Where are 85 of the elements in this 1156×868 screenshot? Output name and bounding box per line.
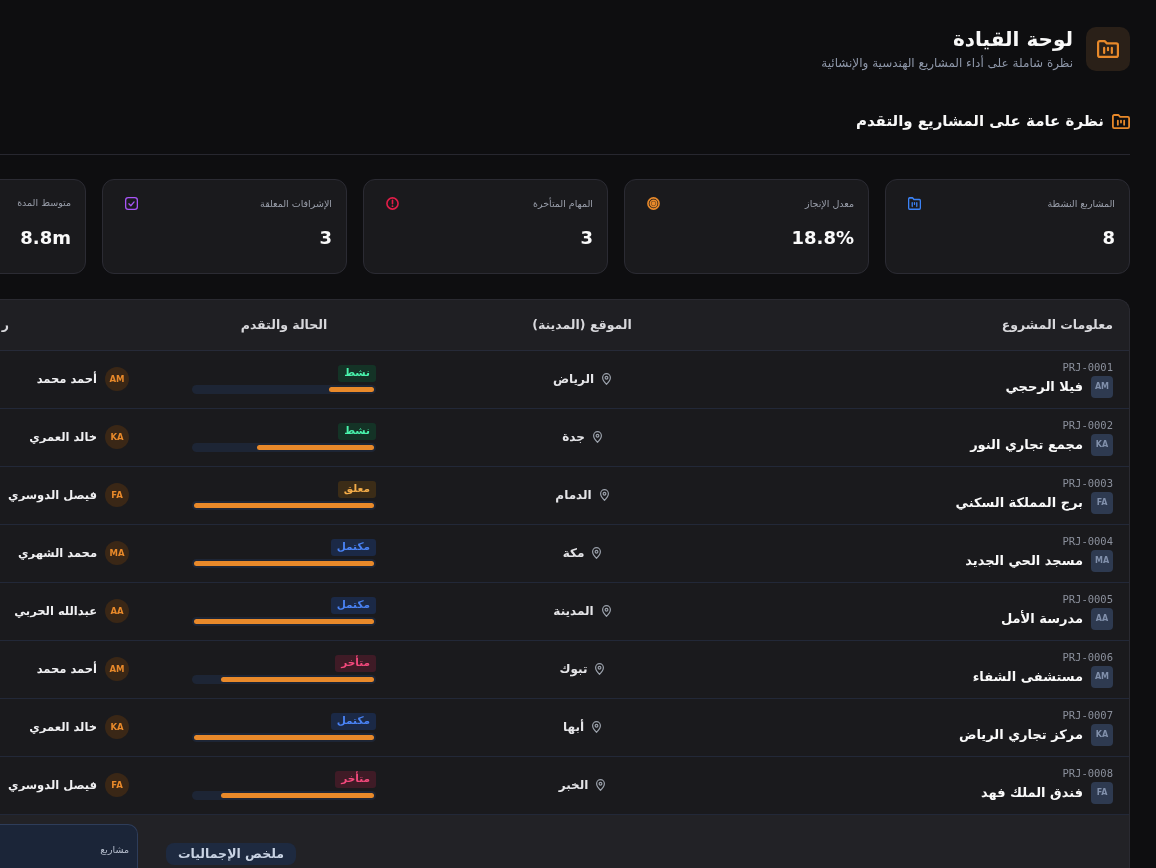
manager-name: أحمد محمد: [36, 370, 97, 388]
map-pin-icon: [592, 721, 602, 734]
column-header: الموقع (المدينة): [532, 316, 632, 332]
folder-chart-icon: [1086, 26, 1130, 71]
initials-avatar: FA: [1091, 492, 1113, 515]
manager-name: محمد الشهري: [18, 544, 97, 562]
project-code: PRJ-0004: [1062, 534, 1113, 548]
map-pin-icon: [599, 489, 609, 502]
manager-name: عبدالله الحربي: [14, 602, 97, 620]
stat-label: الإشرافات المعلقة: [260, 197, 332, 210]
project-name: فندق الملك فهد: [980, 784, 1083, 803]
section-title: نظرة عامة على المشاريع والتقدم: [855, 110, 1104, 132]
page-subtitle: نظرة شاملة على أداء المشاريع الهندسية والإنشائية: [821, 56, 1073, 72]
status-badge: متأخر: [335, 655, 376, 672]
project-code: PRJ-0006: [1062, 650, 1113, 664]
page-title: لوحة القيادة: [952, 26, 1073, 52]
status-badge: متأخر: [335, 771, 376, 788]
project-name: برج المملكة السكني: [955, 494, 1083, 513]
stat-value: 8: [1102, 227, 1115, 249]
stat-value: 8.8m: [20, 226, 71, 249]
project-name: مجمع تجاري النور: [970, 436, 1083, 455]
column-header: الحالة والتقدم: [240, 316, 328, 332]
manager-name: خالد العمري: [29, 718, 97, 736]
initials-avatar: KA: [1091, 724, 1113, 747]
map-pin-icon: [596, 779, 606, 792]
status-badge: نشط: [338, 423, 376, 440]
map-pin-icon: [602, 373, 612, 386]
project-name: مركز تجاري الرياض: [958, 726, 1083, 745]
stat-label: المهام المتأخرة: [532, 197, 593, 210]
map-pin-icon: [595, 663, 605, 676]
initials-avatar: MA: [1091, 550, 1113, 573]
initials-avatar: AM: [1091, 376, 1113, 399]
status-badge: مكتمل: [330, 539, 376, 556]
project-code: PRJ-0001: [1062, 360, 1113, 374]
manager-name: خالد العمري: [29, 428, 97, 446]
initials-avatar: MA: [105, 541, 129, 566]
stat-label: متوسط المدة: [17, 197, 71, 210]
project-name: فيلا الرحجي: [1005, 378, 1083, 397]
initials-avatar: AM: [105, 367, 129, 392]
folder-chart-icon: [1112, 113, 1130, 129]
manager-name: أحمد محمد: [36, 660, 97, 678]
city-name: الخبر: [558, 777, 589, 795]
initials-avatar: FA: [105, 483, 129, 508]
manager-name: فيصل الدوسري: [8, 776, 97, 794]
city-name: المدينة: [553, 603, 594, 621]
status-badge: معلق: [337, 481, 376, 498]
initials-avatar: FA: [1091, 782, 1113, 805]
stat-value: 3: [319, 227, 332, 249]
city-name: تبوك: [559, 661, 588, 679]
city-name: الرياض: [552, 371, 595, 389]
card-label: مشاريع: [100, 843, 129, 855]
status-badge: نشط: [338, 365, 376, 382]
column-header: ر: [1, 316, 9, 332]
initials-avatar: KA: [105, 425, 129, 450]
column-header: معلومات المشروع: [1001, 316, 1113, 332]
project-code: PRJ-0008: [1062, 766, 1113, 780]
project-name: مستشفى الشفاء: [972, 668, 1083, 687]
initials-avatar: AM: [1091, 666, 1113, 689]
project-name: مسجد الحي الجديد: [965, 552, 1083, 571]
city-name: الدمام: [555, 487, 592, 505]
status-badge: مكتمل: [330, 713, 376, 730]
map-pin-icon: [592, 431, 602, 444]
project-code: PRJ-0003: [1062, 476, 1113, 490]
project-name: مدرسة الأمل: [1000, 609, 1083, 629]
initials-avatar: AA: [105, 599, 129, 624]
city-name: مكة: [562, 545, 585, 563]
initials-avatar: FA: [105, 773, 129, 798]
status-badge: مكتمل: [330, 597, 376, 614]
initials-avatar: KA: [105, 715, 129, 740]
stat-label: المشاريع النشطة: [1047, 197, 1115, 210]
stat-value: 18.8%: [791, 227, 854, 249]
initials-avatar: AA: [1091, 608, 1113, 631]
project-code: PRJ-0005: [1062, 592, 1113, 606]
project-code: PRJ-0002: [1062, 418, 1113, 432]
initials-avatar: AM: [105, 657, 129, 682]
project-code: PRJ-0007: [1062, 708, 1113, 722]
map-pin-icon: [601, 605, 611, 618]
stat-label: معدل الإنجاز: [805, 197, 854, 210]
stat-value: 3: [580, 227, 593, 249]
manager-name: فيصل الدوسري: [8, 486, 97, 504]
map-pin-icon: [592, 547, 602, 560]
initials-avatar: KA: [1091, 434, 1113, 457]
city-name: جدة: [562, 429, 585, 447]
city-name: أبها: [563, 718, 585, 737]
summary-heading: ملخص الإجماليات: [166, 842, 296, 866]
